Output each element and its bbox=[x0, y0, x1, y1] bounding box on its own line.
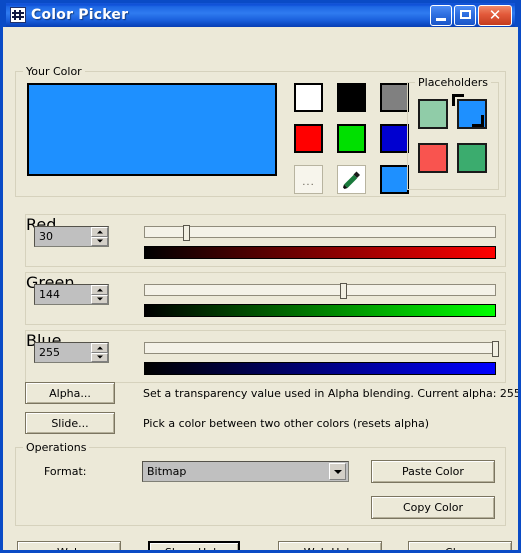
blue-slider-thumb[interactable] bbox=[492, 341, 499, 357]
red-value-stepper[interactable]: 30 bbox=[34, 226, 109, 247]
maximize-icon bbox=[460, 10, 471, 19]
copy-color-button[interactable]: Copy Color bbox=[371, 496, 495, 519]
selection-corner-bottom-right-icon bbox=[472, 115, 484, 127]
placeholders-group-label: Placeholders bbox=[415, 76, 492, 89]
format-select[interactable]: Bitmap bbox=[142, 461, 349, 482]
swatch-gray[interactable] bbox=[380, 83, 409, 112]
blue-spinner-down-icon[interactable] bbox=[91, 352, 108, 362]
green-value-stepper[interactable]: 144 bbox=[34, 284, 109, 305]
minimize-icon bbox=[436, 18, 446, 21]
placeholder-swatch-3[interactable] bbox=[418, 143, 448, 173]
swatch-green[interactable] bbox=[337, 124, 366, 153]
swatch-black[interactable] bbox=[337, 83, 366, 112]
placeholder-swatch-4[interactable] bbox=[457, 143, 487, 173]
close-icon: ✕ bbox=[488, 6, 502, 24]
alpha-hint-text: Set a transparency value used in Alpha b… bbox=[143, 387, 521, 400]
window-title: Color Picker bbox=[31, 7, 129, 23]
green-gradient-bar bbox=[144, 304, 496, 317]
slide-button[interactable]: Slide... bbox=[25, 412, 115, 434]
web-help-button[interactable]: Web Help bbox=[278, 541, 382, 550]
blue-gradient-bar bbox=[144, 362, 496, 375]
close-button[interactable]: Close bbox=[408, 541, 512, 550]
operations-group: Operations Format: Bitmap Paste Color Co… bbox=[15, 441, 506, 526]
green-slider-thumb[interactable] bbox=[339, 283, 347, 299]
red-value: 30 bbox=[39, 230, 53, 243]
blue-slider[interactable] bbox=[144, 341, 499, 357]
eyedropper-icon bbox=[343, 171, 360, 189]
red-spinner-arrows[interactable] bbox=[91, 227, 108, 246]
color-picker-window: Color Picker ✕ Your Color ... Placeholde… bbox=[0, 0, 521, 553]
swatch-red[interactable] bbox=[294, 124, 323, 153]
red-gradient-bar bbox=[144, 246, 496, 259]
green-channel-group: Green 144 bbox=[25, 272, 506, 325]
green-value: 144 bbox=[39, 288, 60, 301]
placeholders-group: Placeholders bbox=[407, 76, 499, 190]
blue-value-stepper[interactable]: 255 bbox=[34, 342, 109, 363]
more-colors-button[interactable]: ... bbox=[294, 165, 323, 194]
alpha-button[interactable]: Alpha... bbox=[25, 382, 115, 404]
paste-color-button[interactable]: Paste Color bbox=[371, 460, 495, 483]
green-spinner-down-icon[interactable] bbox=[91, 294, 108, 304]
dialog-client-area: Your Color ... Placeholders Red 30 Green… bbox=[3, 27, 518, 550]
show-help-button[interactable]: Show Help bbox=[148, 541, 240, 550]
format-label: Format: bbox=[44, 465, 87, 478]
selection-corner-top-left-icon bbox=[452, 94, 464, 106]
web-button[interactable]: Web bbox=[17, 541, 121, 550]
green-spinner-arrows[interactable] bbox=[91, 285, 108, 304]
red-slider[interactable] bbox=[144, 225, 496, 241]
color-preview[interactable] bbox=[27, 83, 277, 176]
swatch-blue[interactable] bbox=[380, 124, 409, 153]
maximize-button[interactable] bbox=[454, 5, 476, 26]
swatch-white[interactable] bbox=[294, 83, 323, 112]
eyedropper-button[interactable] bbox=[337, 165, 366, 194]
green-slider[interactable] bbox=[144, 283, 496, 299]
red-channel-group: Red 30 bbox=[25, 214, 506, 267]
placeholder-swatch-1[interactable] bbox=[418, 99, 448, 129]
blue-spinner-arrows[interactable] bbox=[91, 343, 108, 362]
blue-spinner-up-icon[interactable] bbox=[91, 343, 108, 353]
app-hash-icon bbox=[10, 7, 26, 23]
blue-channel-group: Blue 255 bbox=[25, 330, 506, 383]
format-value: Bitmap bbox=[147, 465, 187, 478]
operations-group-label: Operations bbox=[23, 441, 90, 454]
blue-value: 255 bbox=[39, 346, 60, 359]
your-color-group-label: Your Color bbox=[23, 65, 85, 78]
title-bar[interactable]: Color Picker ✕ bbox=[3, 0, 518, 27]
red-spinner-down-icon[interactable] bbox=[91, 236, 108, 246]
green-spinner-up-icon[interactable] bbox=[91, 285, 108, 295]
red-slider-thumb[interactable] bbox=[183, 225, 191, 241]
red-spinner-up-icon[interactable] bbox=[91, 227, 108, 237]
minimize-button[interactable] bbox=[430, 5, 452, 26]
slide-hint-text: Pick a color between two other colors (r… bbox=[143, 417, 430, 430]
close-window-button[interactable]: ✕ bbox=[478, 5, 512, 26]
chevron-down-icon[interactable] bbox=[329, 463, 346, 480]
window-controls: ✕ bbox=[430, 5, 512, 26]
swatch-current[interactable] bbox=[380, 165, 409, 194]
